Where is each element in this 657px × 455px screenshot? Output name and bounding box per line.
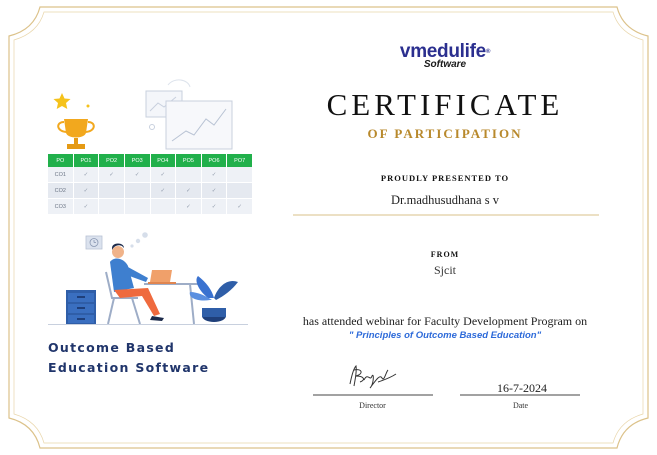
table-cell [226, 167, 253, 183]
laptop-icon [148, 270, 176, 284]
table-header: PO2 [98, 154, 125, 167]
cabinet-icon [66, 290, 96, 324]
presented-label: PROUDLY PRESENTED TO [380, 173, 510, 183]
trademark-mark: ® [485, 49, 491, 55]
table-header: PO3 [124, 154, 151, 167]
table-cell: CO2 [48, 182, 74, 199]
table-cell [124, 198, 151, 215]
table-cell [124, 182, 151, 199]
table-header: PO7 [226, 154, 253, 167]
certificate-title: CERTIFICATE [326, 87, 564, 122]
organization-name: Sjcit [433, 263, 456, 277]
table-cell: ✓ [98, 167, 125, 183]
table-cell: ✓ [73, 167, 100, 183]
table-header: PO1 [73, 154, 100, 167]
recipient-underline [293, 214, 599, 216]
brand-logo: vmedulife® Software [380, 42, 510, 70]
table-row: CO2 ✓ ✓ ✓ ✓ [48, 182, 253, 199]
from-label: FROM [430, 250, 460, 259]
trophy-icon [57, 119, 95, 149]
certificate-page: vmedulife® Software CERTIFICATE OF PARTI… [0, 0, 657, 455]
po-co-mapping-table: PO PO1 PO2 PO3 PO4 PO5 PO6 PO7 CO1 ✓ ✓ ✓… [48, 154, 253, 215]
table-cell: ✓ [226, 198, 253, 215]
table-cell [226, 182, 253, 199]
table-cell: ✓ [73, 182, 100, 199]
table-cell: CO3 [48, 198, 74, 215]
table-cell: ✓ [201, 167, 228, 183]
table-cell [150, 198, 177, 215]
table-cell: ✓ [150, 167, 177, 183]
trophy-chart-illustration [53, 79, 233, 150]
table-row: CO1 ✓ ✓ ✓ ✓ ✓ [48, 167, 253, 183]
director-label: Director [359, 401, 386, 410]
table-header-row: PO PO1 PO2 PO3 PO4 PO5 PO6 PO7 [48, 154, 253, 167]
sparkle-dot [86, 104, 90, 108]
table-cell: ✓ [124, 167, 151, 183]
star-icon [53, 93, 71, 109]
table-cell [98, 198, 125, 215]
plant-icon [189, 276, 238, 322]
table-cell: ✓ [175, 182, 202, 199]
table-header: PO5 [175, 154, 202, 167]
table-cell: ✓ [201, 182, 228, 199]
table-cell: ✓ [175, 198, 202, 215]
signature-image [349, 364, 397, 389]
table-row: CO3 ✓ ✓ ✓ ✓ [48, 198, 253, 215]
table-header: PO [48, 154, 74, 167]
table-cell: ✓ [73, 198, 100, 215]
recipient-name: Dr.madhusudhana s v [391, 193, 499, 207]
left-panel-title-line1: Outcome Based [48, 340, 176, 355]
chart-icon [145, 79, 233, 150]
date-line [460, 394, 580, 396]
table-cell [175, 167, 202, 183]
table-cell [98, 182, 125, 199]
thought-bubbles-icon [130, 232, 148, 248]
table-cell: ✓ [201, 198, 228, 215]
table-cell: ✓ [150, 182, 177, 199]
attended-text: has attended webinar for Faculty Develop… [302, 314, 588, 328]
program-title: " Principles of Outcome Based Education" [348, 330, 542, 341]
clock-icon [85, 235, 103, 250]
desk-worker-illustration [48, 232, 248, 325]
table-header: PO4 [150, 154, 177, 167]
certificate-subtitle: OF PARTICIPATION [367, 126, 523, 141]
signature-line [313, 394, 433, 396]
table-header: PO6 [201, 154, 228, 167]
left-panel-title-line2: Education Software [48, 360, 210, 375]
date-label: Date [512, 401, 529, 410]
left-panel-title: Outcome Based Education Software [48, 338, 278, 378]
table-cell: CO1 [48, 167, 74, 183]
